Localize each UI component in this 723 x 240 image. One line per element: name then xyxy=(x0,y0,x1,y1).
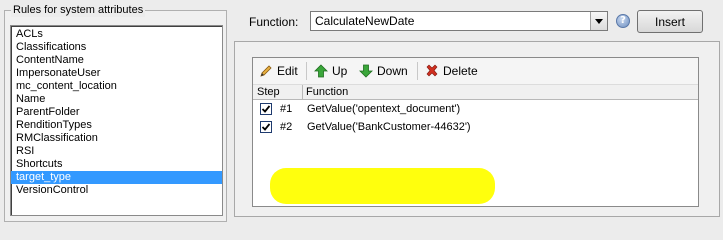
attribute-list[interactable]: ACLs Classifications ContentName Imperso… xyxy=(10,25,223,216)
highlight-mark xyxy=(270,168,495,204)
rules-group-title: Rules for system attributes xyxy=(11,3,146,17)
grid-header: Step Function xyxy=(253,85,698,100)
step-checkbox[interactable] xyxy=(260,121,272,133)
list-item[interactable]: Name xyxy=(11,93,222,106)
toolbar-divider xyxy=(306,62,307,80)
list-item[interactable]: Classifications xyxy=(11,41,222,54)
down-label: Down xyxy=(377,64,408,78)
list-item[interactable]: Shortcuts xyxy=(11,158,222,171)
list-item[interactable]: RMClassification xyxy=(11,132,222,145)
column-header-function[interactable]: Function xyxy=(306,86,348,98)
list-item[interactable]: RenditionTypes xyxy=(11,119,222,132)
up-button[interactable]: Up xyxy=(314,62,347,80)
insert-button[interactable]: Insert xyxy=(637,10,703,33)
list-item[interactable]: ParentFolder xyxy=(11,106,222,119)
delete-x-icon xyxy=(426,64,438,77)
list-item[interactable]: ACLs xyxy=(11,28,222,41)
list-item[interactable]: VersionControl xyxy=(11,184,222,197)
pencil-icon xyxy=(260,65,272,77)
toolbar-divider xyxy=(417,62,418,80)
table-row[interactable]: #2 GetValue('BankCustomer-44632') xyxy=(253,119,698,136)
rules-group: Rules for system attributes ACLs Classif… xyxy=(4,3,227,222)
list-item[interactable]: ImpersonateUser xyxy=(11,67,222,80)
list-item-selected[interactable]: target_type xyxy=(11,171,222,184)
list-item[interactable]: ContentName xyxy=(11,54,222,67)
steps-toolbar: Edit Up Down Delete xyxy=(253,58,698,85)
delete-button[interactable]: Delete xyxy=(425,62,478,80)
step-checkbox[interactable] xyxy=(260,103,272,115)
function-label: Function: xyxy=(249,15,299,29)
edit-button[interactable]: Edit xyxy=(259,62,298,80)
steps-editor: Edit Up Down Delete Step Function #1 Get… xyxy=(252,57,699,207)
step-number: #1 xyxy=(280,103,293,115)
list-item[interactable]: RSI xyxy=(11,145,222,158)
arrow-up-icon xyxy=(314,64,328,78)
steps-group: Edit Up Down Delete Step Function #1 Get… xyxy=(234,41,720,217)
down-button[interactable]: Down xyxy=(359,62,408,80)
arrow-down-icon xyxy=(359,64,373,78)
function-select-value: CalculateNewDate xyxy=(315,14,415,28)
step-function: GetValue('BankCustomer-44632') xyxy=(307,121,471,133)
delete-label: Delete xyxy=(443,64,478,78)
function-select[interactable]: CalculateNewDate xyxy=(310,11,608,31)
column-header-step[interactable]: Step xyxy=(257,86,280,98)
checkmark-icon xyxy=(261,105,271,113)
function-panel: Function: CalculateNewDate ? Insert Edit xyxy=(232,0,723,228)
step-number: #2 xyxy=(280,121,293,133)
edit-label: Edit xyxy=(277,64,298,78)
table-row[interactable]: #1 GetValue('opentext_document') xyxy=(253,101,698,118)
column-divider[interactable] xyxy=(302,85,303,99)
checkmark-icon xyxy=(261,123,271,131)
step-function: GetValue('opentext_document') xyxy=(307,103,461,115)
up-label: Up xyxy=(332,64,348,78)
help-icon[interactable]: ? xyxy=(616,14,630,28)
list-item[interactable]: mc_content_location xyxy=(11,80,222,93)
chevron-down-icon[interactable] xyxy=(590,12,607,30)
